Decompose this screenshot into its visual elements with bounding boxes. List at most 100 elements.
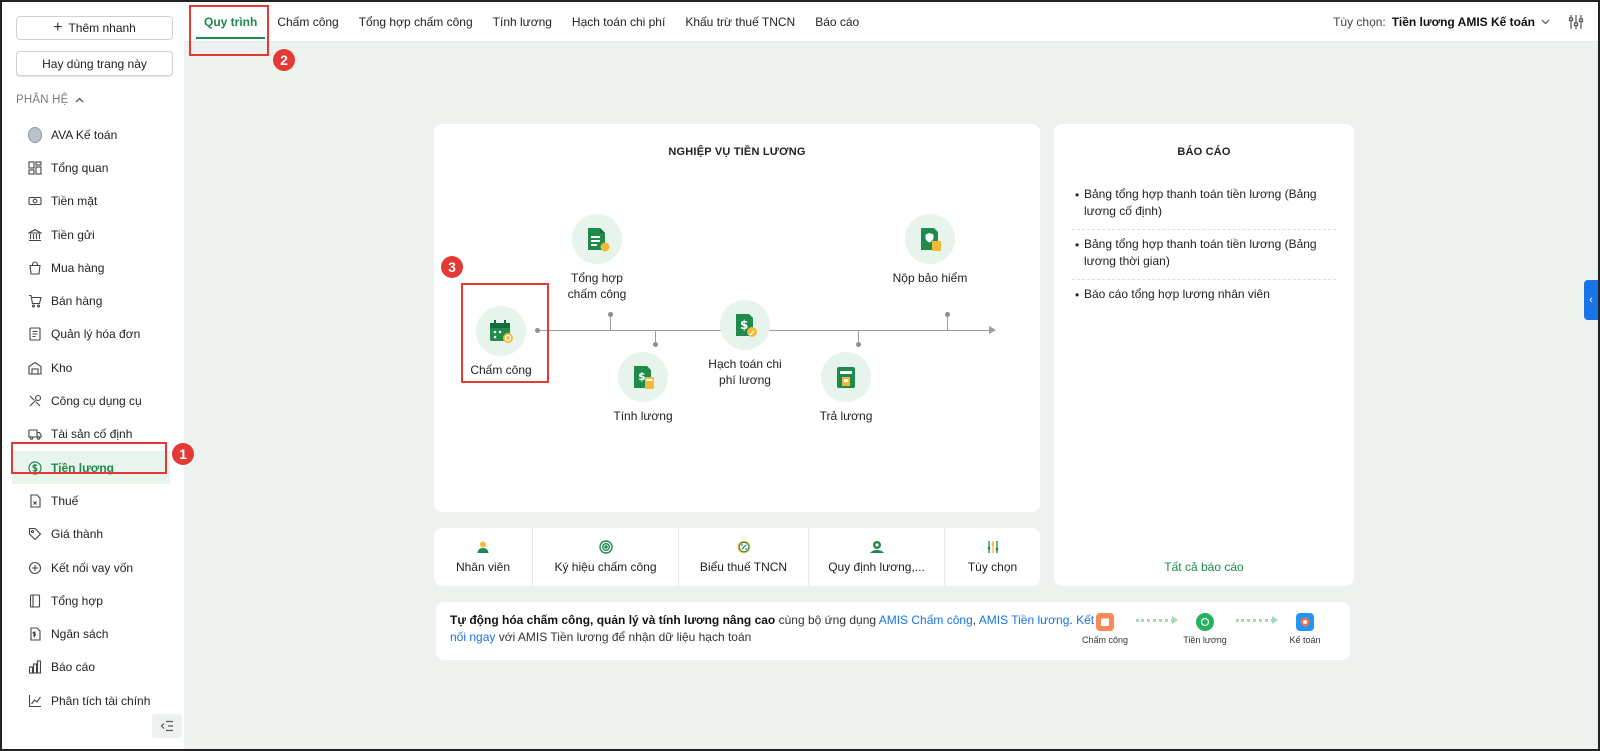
- settings-sliders-icon[interactable]: [1568, 14, 1584, 30]
- warehouse-icon: [28, 361, 42, 375]
- section-title: PHÂN HỆ: [16, 94, 69, 106]
- tool-options[interactable]: Tùy chọn: [945, 528, 1040, 586]
- node-insurance[interactable]: Nộp bảo hiểm: [890, 214, 970, 286]
- tab-strip: Quy trình Chấm công Tổng hợp chấm công T…: [194, 2, 869, 42]
- sidebar-item-cost[interactable]: Giá thành: [12, 518, 170, 551]
- chevron-up-icon: [75, 97, 83, 103]
- flow-step-label: Chấm công: [1081, 635, 1129, 645]
- sidebar-item-reports[interactable]: Báo cáo: [12, 651, 170, 684]
- document-summary-icon: [572, 214, 622, 264]
- truck-icon: [28, 427, 42, 441]
- option-label: Tùy chọn:: [1333, 15, 1386, 29]
- sidebar-item-sales[interactable]: Bán hàng: [12, 284, 170, 317]
- tab-timekeeping-summary[interactable]: Tổng hợp chấm công: [349, 2, 483, 42]
- budget-icon: [28, 627, 42, 641]
- sidebar-item-label: Công cụ dụng cụ: [51, 394, 142, 409]
- tab-reports[interactable]: Báo cáo: [805, 2, 869, 42]
- all-reports-link[interactable]: Tất cả báo cáo: [1054, 560, 1354, 574]
- amis-payroll-link[interactable]: AMIS Tiền lương: [979, 613, 1070, 627]
- report-link[interactable]: Bảng tổng hợp thanh toán tiền lương (Bản…: [1072, 180, 1336, 230]
- sidebar-item-label: Báo cáo: [51, 660, 96, 675]
- flow-arrow: [1136, 616, 1178, 625]
- connector-dot: [608, 312, 613, 317]
- report-link[interactable]: Báo cáo tổng hợp lương nhân viên: [1072, 280, 1336, 312]
- node-payout[interactable]: Trả lương: [810, 352, 882, 424]
- flow-arrow: [1236, 616, 1278, 625]
- sidebar-item-general[interactable]: Tổng hợp: [12, 584, 170, 617]
- quick-add-label: Thêm nhanh: [68, 21, 136, 35]
- flow-step-timekeeping: Chấm công: [1080, 613, 1130, 645]
- spiral-icon: [598, 540, 613, 554]
- module-menu: AVA Kế toán Tổng quan Tiền mặt Tiền gửi …: [12, 118, 170, 717]
- tool-salary-rules[interactable]: Quy định lương,...: [809, 528, 945, 586]
- highlight-box-timekeeping-node: [461, 283, 549, 383]
- collapse-menu-icon: [160, 720, 173, 732]
- tool-employees[interactable]: Nhân viên: [434, 528, 533, 586]
- book-icon: [28, 594, 42, 608]
- collapse-sidebar-button[interactable]: [152, 714, 182, 738]
- tab-pit-deduction[interactable]: Khấu trừ thuế TNCN: [675, 2, 805, 42]
- link-icon: [28, 561, 42, 575]
- node-cost-accounting[interactable]: $ Hạch toán chi phí lương: [699, 300, 791, 388]
- accounting-doc-icon: $: [720, 300, 770, 350]
- node-salary-calculation[interactable]: $ Tính lương: [608, 352, 678, 424]
- report-link[interactable]: Bảng tổng hợp thanh toán tiền lương (Bản…: [1072, 230, 1336, 280]
- insurance-shield-icon: [905, 214, 955, 264]
- sidebar-item-label: Phân tích tài chính: [51, 693, 151, 708]
- chevron-left-icon: ‹: [1589, 294, 1593, 306]
- quick-add-button[interactable]: + Thêm nhanh: [16, 16, 173, 40]
- highlight-box-payroll: [11, 442, 167, 474]
- sidebar-item-tools[interactable]: Công cụ dụng cụ: [12, 384, 170, 417]
- step-marker-2: 2: [273, 49, 295, 71]
- sidebar-item-label: AVA Kế toán: [51, 127, 118, 142]
- promo-text-part: với AMIS Tiền lương để nhận dữ liệu hạch…: [495, 630, 752, 644]
- tool-row: Nhân viên Ký hiệu chấm công Biểu thuế TN…: [434, 528, 1040, 586]
- promo-text: Tự động hóa chấm công, quản lý và tính l…: [450, 612, 1106, 646]
- promo-bold-text: Tự động hóa chấm công, quản lý và tính l…: [450, 613, 776, 627]
- sidebar-item-label: Ngân sách: [51, 627, 109, 642]
- sidebar-item-label: Kho: [51, 360, 73, 375]
- tool-pit-schedule[interactable]: Biểu thuế TNCN: [679, 528, 809, 586]
- payout-icon: [821, 352, 871, 402]
- invoice-icon: [28, 327, 42, 341]
- sidebar-item-label: Tiền mặt: [51, 194, 98, 209]
- sidebar-item-invoice[interactable]: Quản lý hóa đơn: [12, 318, 170, 351]
- step-marker-1: 1: [172, 443, 194, 465]
- sidebar-item-cash[interactable]: Tiền mặt: [12, 185, 170, 218]
- sidebar-item-label: Kết nối vay vốn: [51, 560, 134, 575]
- tool-label: Nhân viên: [455, 560, 511, 574]
- highlight-box-process-tab: [189, 5, 269, 56]
- side-panel-handle[interactable]: ‹: [1584, 280, 1598, 320]
- flow-step-accounting: Kế toán: [1280, 613, 1330, 645]
- sidebar-item-deposit[interactable]: Tiền gửi: [12, 218, 170, 251]
- node-timekeeping-summary[interactable]: Tổng hợp chấm công: [562, 214, 632, 302]
- node-label: Nộp bảo hiểm: [892, 271, 968, 285]
- sidebar-item-purchase[interactable]: Mua hàng: [12, 251, 170, 284]
- tab-salary-calculation[interactable]: Tính lương: [483, 2, 562, 42]
- sidebar-item-warehouse[interactable]: Kho: [12, 351, 170, 384]
- option-selector[interactable]: Tùy chọn: Tiền lương AMIS Kế toán: [1333, 2, 1550, 42]
- sidebar-item-tax[interactable]: Thuế: [12, 484, 170, 517]
- cart-icon: [28, 294, 42, 308]
- tool-timekeeping-symbols[interactable]: Ký hiệu chấm công: [533, 528, 679, 586]
- tab-cost-accounting[interactable]: Hạch toán chi phí: [562, 2, 675, 42]
- tab-timekeeping[interactable]: Chấm công: [267, 2, 348, 42]
- favorite-page-button[interactable]: Hay dùng trang này: [16, 51, 173, 76]
- sidebar-item-ava[interactable]: AVA Kế toán: [12, 118, 170, 151]
- integration-flow: Chấm công Tiền lương Kế toán: [1080, 613, 1330, 645]
- sidebar-item-loan[interactable]: Kết nối vay vốn: [12, 551, 170, 584]
- connector-dot: [856, 342, 861, 347]
- sidebar-item-budget[interactable]: Ngân sách: [12, 617, 170, 650]
- sidebar-item-financial-analysis[interactable]: Phân tích tài chính: [12, 684, 170, 717]
- sidebar-item-label: Bán hàng: [51, 294, 103, 309]
- flow-step-label: Tiền lương: [1183, 635, 1227, 645]
- analytics-icon: [28, 694, 42, 708]
- timekeeping-app-icon: [1096, 613, 1114, 631]
- report-list: Bảng tổng hợp thanh toán tiền lương (Bản…: [1072, 180, 1336, 312]
- tools-icon: [28, 394, 42, 408]
- tax-doc-icon: [28, 494, 42, 508]
- sidebar-item-label: Thuế: [51, 493, 79, 508]
- sidebar-item-overview[interactable]: Tổng quan: [12, 151, 170, 184]
- amis-timekeeping-link[interactable]: AMIS Chấm công: [879, 613, 973, 627]
- module-section-toggle[interactable]: PHÂN HỆ: [16, 94, 84, 106]
